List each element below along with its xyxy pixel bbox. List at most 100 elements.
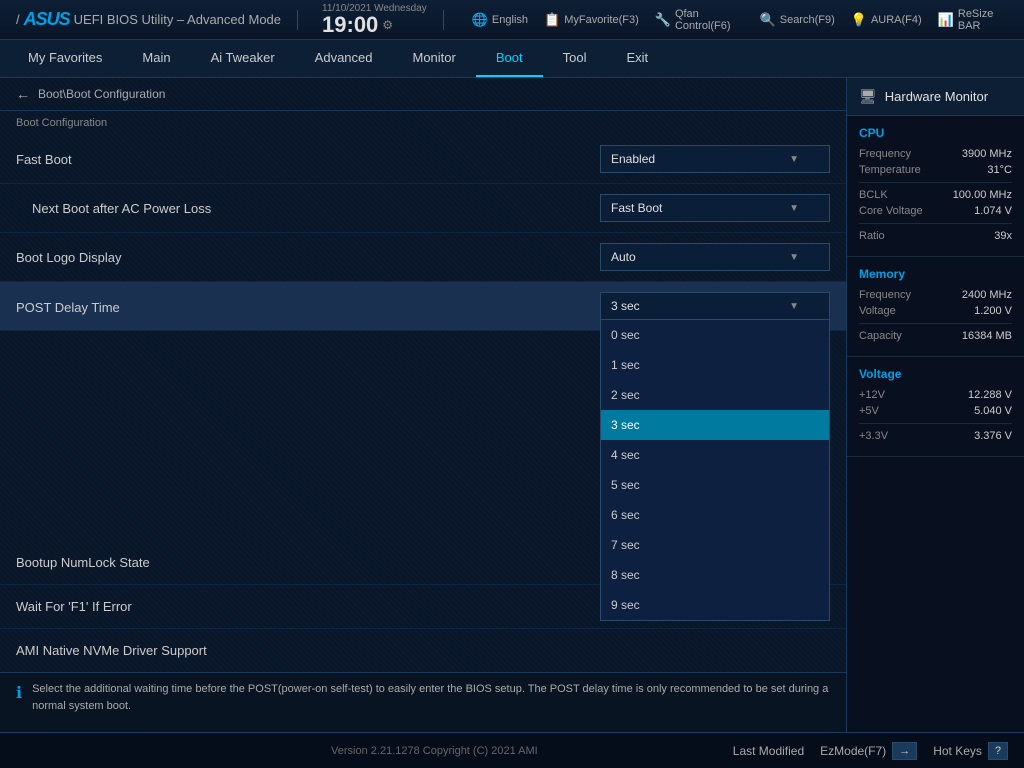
asus-slash: / — [16, 12, 20, 27]
boot-logo-control[interactable]: Auto ▼ — [600, 243, 830, 271]
hw-mem-voltage-value: 1.200 V — [974, 305, 1012, 317]
hw-ratio-value: 39x — [994, 230, 1012, 242]
ezmode-label: EzMode(F7) — [820, 744, 886, 758]
option-3sec[interactable]: 3 sec — [601, 410, 829, 440]
last-modified-button[interactable]: Last Modified — [733, 744, 804, 758]
hotkeys-button[interactable]: Hot Keys ? — [933, 742, 1008, 760]
option-7sec[interactable]: 7 sec — [601, 530, 829, 560]
tool-myfavorite[interactable]: 📋 MyFavorite(F3) — [544, 12, 639, 28]
section-label: Boot Configuration — [0, 111, 846, 135]
hw-cpu-frequency-label: Frequency — [859, 148, 911, 160]
chevron-down-icon: ▼ — [789, 154, 799, 165]
option-4sec[interactable]: 4 sec — [601, 440, 829, 470]
hw-memory-title: Memory — [859, 267, 1012, 281]
main-container: /ASUS UEFI BIOS Utility – Advanced Mode … — [0, 0, 1024, 768]
hw-divider-1 — [859, 182, 1012, 183]
hw-ratio-label: Ratio — [859, 230, 885, 242]
post-delay-control[interactable]: 3 sec ▼ 0 sec 1 sec 2 sec 3 sec 4 sec 5 … — [600, 292, 830, 320]
ezmode-icon: → — [892, 742, 917, 760]
datetime-section: 11/10/2021 Wednesday 19:00 ⚙ — [322, 4, 427, 36]
setting-fast-boot[interactable]: Fast Boot Enabled ▼ — [0, 135, 846, 184]
hw-cpu-temp-value: 31°C — [987, 164, 1012, 176]
tool-aura[interactable]: 💡 AURA(F4) — [851, 12, 922, 28]
breadcrumb-back-button[interactable]: ← — [16, 86, 30, 102]
hw-core-voltage-value: 1.074 V — [974, 205, 1012, 217]
nav-my-favorites[interactable]: My Favorites — [8, 40, 122, 77]
footer-version: Version 2.21.1278 Copyright (C) 2021 AMI — [136, 745, 733, 757]
option-1sec[interactable]: 1 sec — [601, 350, 829, 380]
chevron-down-icon-3: ▼ — [789, 252, 799, 263]
hw-memory-section: Memory Frequency 2400 MHz Voltage 1.200 … — [847, 257, 1024, 357]
breadcrumb: ← Boot\Boot Configuration — [0, 78, 846, 111]
nav-monitor[interactable]: Monitor — [393, 40, 476, 77]
hw-cpu-frequency-value: 3900 MHz — [962, 148, 1012, 160]
fast-boot-control[interactable]: Enabled ▼ — [600, 145, 830, 173]
nav-advanced[interactable]: Advanced — [295, 40, 393, 77]
gear-icon[interactable]: ⚙ — [382, 18, 393, 32]
hw-cpu-frequency-row: Frequency 3900 MHz — [859, 148, 1012, 160]
post-delay-dropdown[interactable]: 3 sec ▼ — [600, 292, 830, 320]
tool-qfan[interactable]: 🔧 Qfan Control(F6) — [655, 8, 744, 32]
tool-resizebar[interactable]: 📊 ReSize BAR — [938, 8, 1008, 32]
hw-33v-row: +3.3V 3.376 V — [859, 430, 1012, 442]
setting-boot-logo-label: Boot Logo Display — [16, 250, 600, 265]
setting-post-delay[interactable]: POST Delay Time 3 sec ▼ 0 sec 1 sec 2 se… — [0, 282, 846, 331]
hw-mem-freq-label: Frequency — [859, 289, 911, 301]
header: /ASUS UEFI BIOS Utility – Advanced Mode … — [0, 0, 1024, 40]
tool-qfan-label: Qfan Control(F6) — [675, 8, 744, 32]
last-modified-label: Last Modified — [733, 744, 804, 758]
hw-33v-label: +3.3V — [859, 430, 888, 442]
tool-english[interactable]: 🌐 English — [472, 12, 528, 28]
ezmode-button[interactable]: EzMode(F7) → — [820, 742, 917, 760]
hw-mem-capacity-value: 16384 MB — [962, 330, 1012, 342]
next-boot-control[interactable]: Fast Boot ▼ — [600, 194, 830, 222]
left-panel: ← Boot\Boot Configuration Boot Configura… — [0, 78, 846, 732]
option-6sec[interactable]: 6 sec — [601, 500, 829, 530]
time-text: 19:00 — [322, 14, 378, 36]
chevron-down-icon-4: ▼ — [789, 301, 799, 312]
setting-next-boot-label: Next Boot after AC Power Loss — [16, 201, 600, 216]
hw-33v-value: 3.376 V — [974, 430, 1012, 442]
tool-resizebar-label: ReSize BAR — [958, 8, 1008, 32]
option-0sec[interactable]: 0 sec — [601, 320, 829, 350]
setting-next-boot[interactable]: Next Boot after AC Power Loss Fast Boot … — [0, 184, 846, 233]
hotkeys-label: Hot Keys — [933, 744, 982, 758]
nav-main[interactable]: Main — [122, 40, 190, 77]
next-boot-value: Fast Boot — [611, 201, 662, 215]
option-2sec[interactable]: 2 sec — [601, 380, 829, 410]
setting-fast-boot-label: Fast Boot — [16, 152, 600, 167]
hw-bclk-label: BCLK — [859, 189, 888, 201]
hw-bclk-value: 100.00 MHz — [953, 189, 1012, 201]
chevron-down-icon-2: ▼ — [789, 203, 799, 214]
tool-aura-label: AURA(F4) — [871, 14, 922, 26]
hotkeys-icon: ? — [988, 742, 1008, 760]
nav-boot[interactable]: Boot — [476, 40, 543, 77]
nav-exit[interactable]: Exit — [606, 40, 668, 77]
breadcrumb-path: Boot\Boot Configuration — [38, 87, 165, 101]
fast-boot-dropdown[interactable]: Enabled ▼ — [600, 145, 830, 173]
nav-tool[interactable]: Tool — [543, 40, 607, 77]
option-8sec[interactable]: 8 sec — [601, 560, 829, 590]
hw-cpu-temp-row: Temperature 31°C — [859, 164, 1012, 176]
time-section: 19:00 ⚙ — [322, 14, 393, 36]
hw-5v-value: 5.040 V — [974, 405, 1012, 417]
tool-myfavorite-label: MyFavorite(F3) — [564, 14, 639, 26]
hw-cpu-title: CPU — [859, 126, 1012, 140]
next-boot-dropdown[interactable]: Fast Boot ▼ — [600, 194, 830, 222]
content-area: ← Boot\Boot Configuration Boot Configura… — [0, 78, 1024, 732]
setting-ami-nvme[interactable]: AMI Native NVMe Driver Support — [0, 629, 846, 672]
post-delay-value: 3 sec — [611, 299, 640, 313]
post-delay-options: 0 sec 1 sec 2 sec 3 sec 4 sec 5 sec 6 se… — [600, 320, 830, 621]
option-9sec[interactable]: 9 sec — [601, 590, 829, 620]
tool-search[interactable]: 🔍 Search(F9) — [760, 12, 835, 28]
setting-post-delay-label: POST Delay Time — [16, 292, 600, 315]
option-5sec[interactable]: 5 sec — [601, 470, 829, 500]
fast-boot-value: Enabled — [611, 152, 655, 166]
hw-divider-4 — [859, 423, 1012, 424]
setting-boot-logo[interactable]: Boot Logo Display Auto ▼ — [0, 233, 846, 282]
boot-logo-dropdown[interactable]: Auto ▼ — [600, 243, 830, 271]
header-title: UEFI BIOS Utility – Advanced Mode — [74, 12, 281, 27]
nav-ai-tweaker[interactable]: Ai Tweaker — [191, 40, 295, 77]
globe-icon: 🌐 — [472, 12, 488, 28]
header-divider-2 — [443, 10, 444, 30]
